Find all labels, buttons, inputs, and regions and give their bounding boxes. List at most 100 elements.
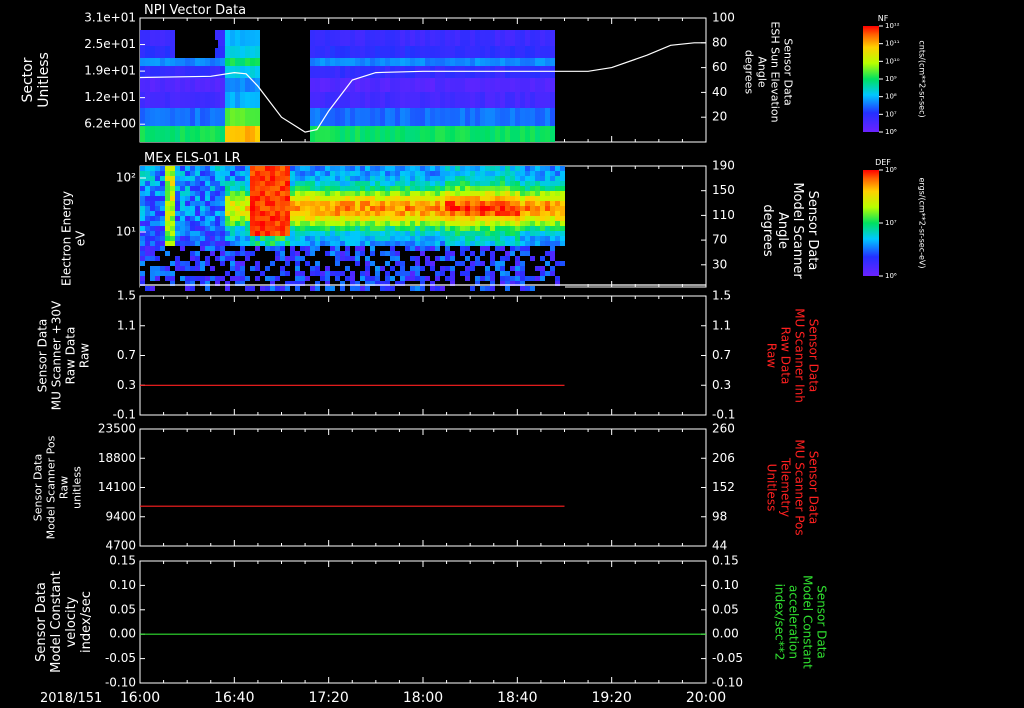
els-cell <box>540 261 545 266</box>
els-cell <box>155 286 160 291</box>
els-cell <box>145 221 150 226</box>
npi-cell <box>385 92 390 108</box>
els-cell <box>295 221 300 226</box>
npi-cell <box>310 108 315 126</box>
els-cell <box>235 246 240 251</box>
els-cell <box>295 186 300 191</box>
npi-cell <box>430 30 435 46</box>
els-cell <box>270 186 275 191</box>
els-cell <box>350 191 355 196</box>
els-cell <box>210 201 215 206</box>
els-cell <box>245 246 250 251</box>
npi-cell <box>550 46 555 58</box>
els-cell <box>510 201 515 206</box>
colorbar-gradient <box>863 26 879 132</box>
els-cell <box>285 216 290 221</box>
npi-cell <box>530 58 535 66</box>
els-cell <box>270 266 275 271</box>
els-cell <box>220 181 225 186</box>
els-cell <box>185 236 190 241</box>
npi-cell <box>215 126 220 142</box>
els-cell <box>375 261 380 266</box>
els-cell <box>440 166 445 171</box>
els-cell <box>555 261 560 266</box>
els-cell <box>305 241 310 246</box>
els-cell <box>230 211 235 216</box>
els-cell <box>160 286 165 291</box>
els-cell <box>505 206 510 211</box>
els-cell <box>380 276 385 281</box>
els-cell <box>140 201 145 206</box>
els-cell <box>335 261 340 266</box>
els-cell <box>190 231 195 236</box>
els-cell <box>470 186 475 191</box>
els-cell <box>355 166 360 171</box>
els-cell <box>145 286 150 291</box>
els-cell <box>465 171 470 176</box>
els-cell <box>450 171 455 176</box>
els-cell <box>160 166 165 171</box>
els-cell <box>380 176 385 181</box>
els-cell <box>225 241 230 246</box>
npi-cell <box>445 66 450 78</box>
els-cell <box>490 286 495 291</box>
els-cell <box>160 256 165 261</box>
els-cell <box>320 241 325 246</box>
els-y-label: 10² <box>116 171 136 185</box>
els-cell <box>410 226 415 231</box>
els-cell <box>355 286 360 291</box>
els-cell <box>190 241 195 246</box>
els-cell <box>145 196 150 201</box>
els-cell <box>530 256 535 261</box>
els-cell <box>310 201 315 206</box>
els-cell <box>375 266 380 271</box>
els-cell <box>205 186 210 191</box>
npi-cell <box>475 92 480 108</box>
els-cell <box>180 271 185 276</box>
els-cell <box>455 196 460 201</box>
els-cell <box>490 226 495 231</box>
els-cell <box>450 231 455 236</box>
npi-cell <box>515 92 520 108</box>
npi-y2label-line: ESH Sun Elevation <box>769 21 782 122</box>
els-cell <box>540 166 545 171</box>
els-cell <box>335 176 340 181</box>
npi-cell <box>140 108 145 126</box>
els-cell <box>225 261 230 266</box>
els-cell <box>240 231 245 236</box>
els-cell <box>210 286 215 291</box>
els-cell <box>490 256 495 261</box>
els-cell <box>425 186 430 191</box>
els-cell <box>455 181 460 186</box>
els-cell <box>355 176 360 181</box>
npi-cell <box>550 108 555 126</box>
els-cell <box>275 271 280 276</box>
els-cell <box>465 231 470 236</box>
els-cell <box>140 196 145 201</box>
els-cell <box>535 216 540 221</box>
els-cell <box>355 241 360 246</box>
els-cell <box>505 221 510 226</box>
npi-cell <box>420 30 425 46</box>
els-cell <box>225 286 230 291</box>
els-cell <box>155 191 160 196</box>
els-cell <box>555 221 560 226</box>
els-cell <box>140 221 145 226</box>
els-cell <box>200 271 205 276</box>
els-cell <box>250 206 255 211</box>
els-cell <box>440 201 445 206</box>
els-cell <box>260 226 265 231</box>
els-cell <box>445 246 450 251</box>
npi-cell <box>390 108 395 126</box>
els-cell <box>405 236 410 241</box>
els-cell <box>555 251 560 256</box>
els-cell <box>525 231 530 236</box>
els-cell <box>555 201 560 206</box>
els-cell <box>375 251 380 256</box>
els-cell <box>555 246 560 251</box>
els-cell <box>380 226 385 231</box>
els-cell <box>455 266 460 271</box>
els-cell <box>165 211 170 216</box>
els-cell <box>510 171 515 176</box>
els-cell <box>340 206 345 211</box>
